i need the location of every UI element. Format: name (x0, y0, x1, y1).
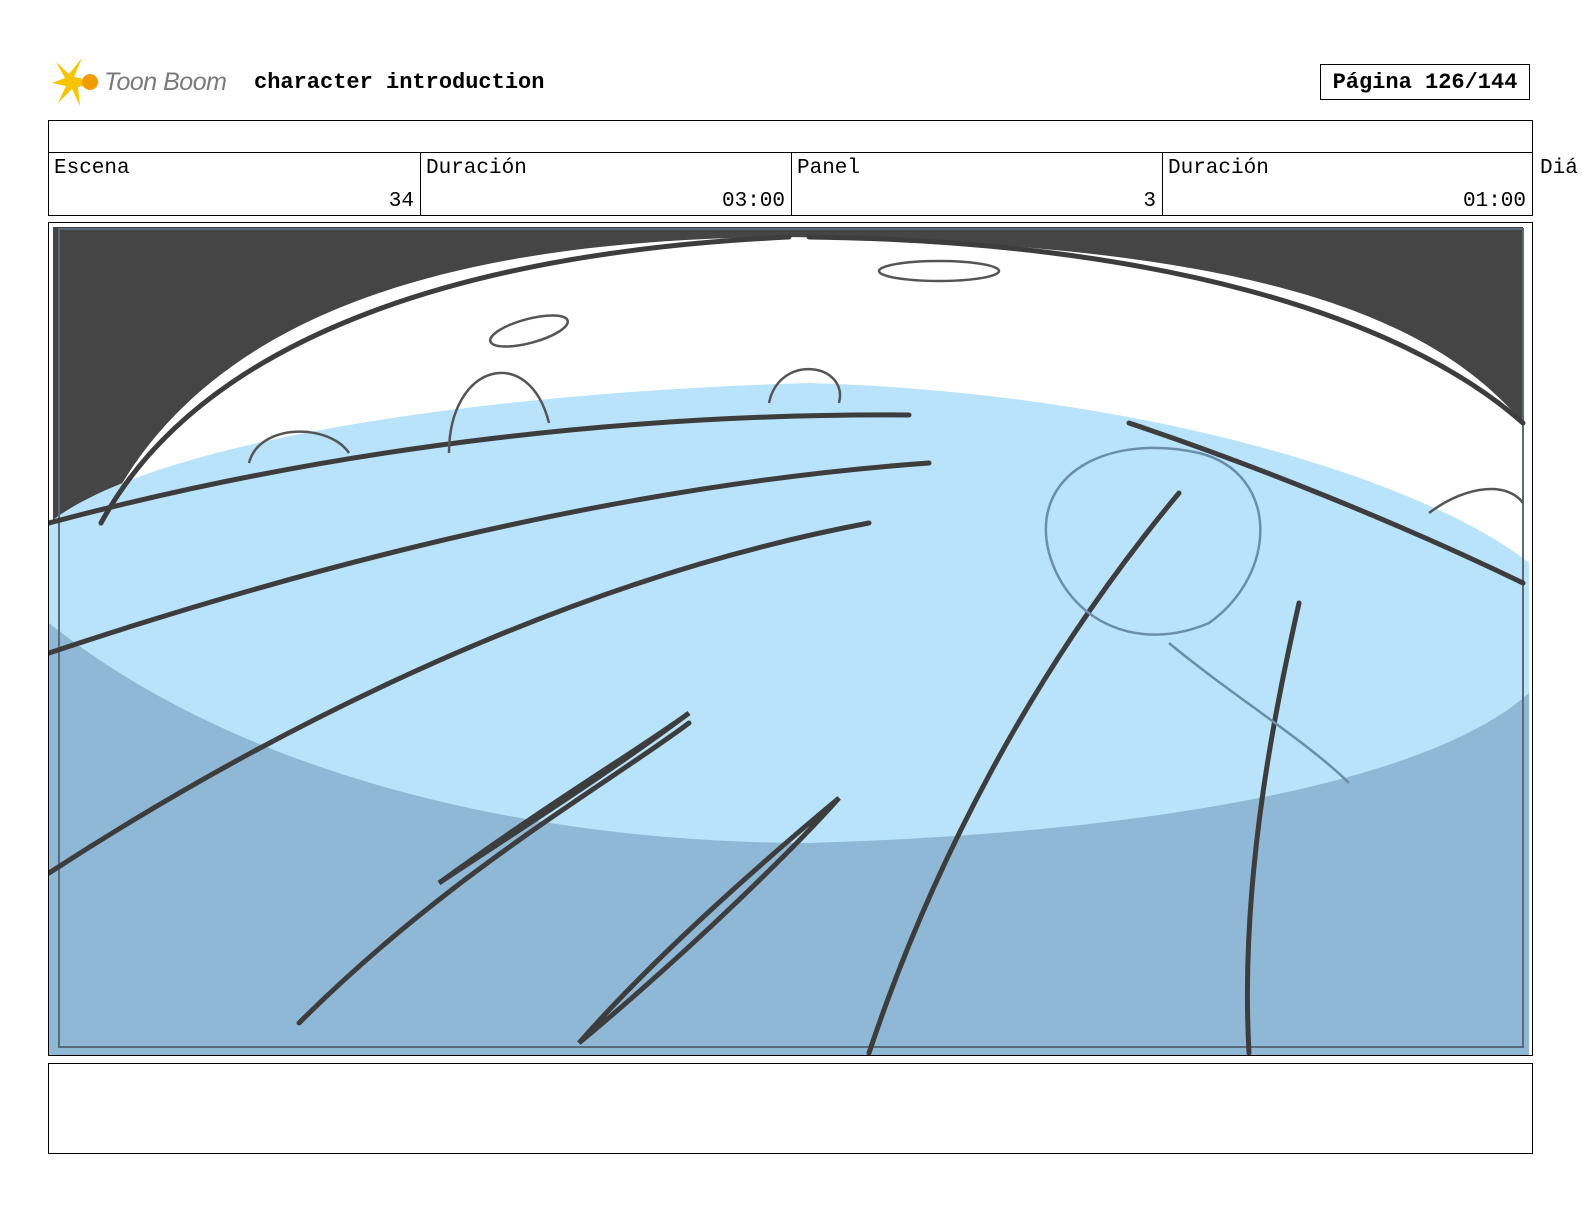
logo-text: Toon Boom (104, 68, 227, 96)
notes-box (48, 1063, 1533, 1154)
panel-info-row: Escena 34 Duración 03:00 Panel 3 Duració… (48, 152, 1533, 216)
panel-duration-value: 01:00 (1462, 190, 1526, 213)
toon-boom-logo: Toon Boom (52, 56, 242, 108)
project-title: character introduction (254, 70, 545, 95)
scene-value: 34 (388, 190, 414, 213)
panel-value: 3 (1143, 190, 1156, 213)
scene-duration-cell: Duración 03:00 (420, 152, 791, 215)
scene-label: Escena (54, 157, 130, 180)
panel-duration-label: Duración (1168, 157, 1269, 180)
scene-duration-value: 03:00 (721, 190, 785, 213)
panel-sketch-image (49, 223, 1532, 1055)
storyboard-panel (48, 222, 1533, 1056)
panel-duration-cell: Duración 01:00 (1162, 152, 1532, 215)
starburst-icon (52, 58, 100, 106)
panel-label: Panel (797, 157, 861, 180)
panel-cell: Panel 3 (791, 152, 1162, 215)
page-number: Página 126/144 (1320, 64, 1530, 100)
scene-cell: Escena 34 (49, 152, 420, 215)
scene-duration-label: Duración (426, 157, 527, 180)
header-blank-row (48, 120, 1533, 153)
dialogue-label: Diá (1540, 157, 1578, 180)
